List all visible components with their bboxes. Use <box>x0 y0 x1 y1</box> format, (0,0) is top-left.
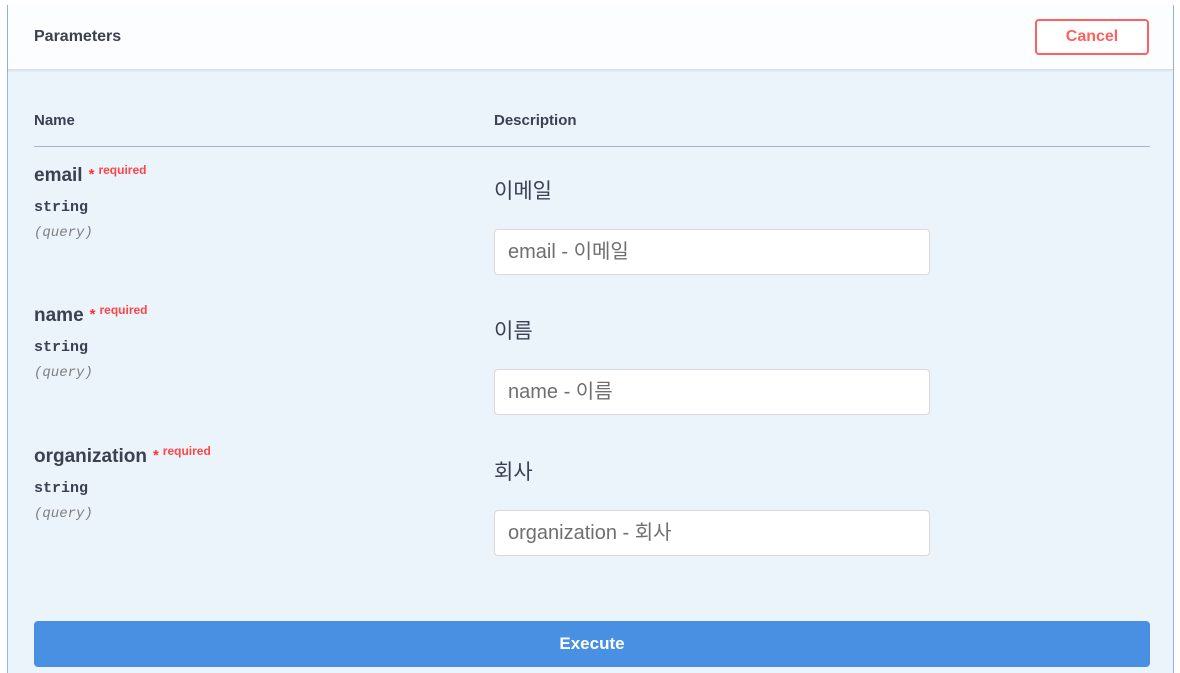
parameter-description: 이름 <box>494 320 533 343</box>
column-header-description: Description <box>494 112 577 129</box>
parameter-location: (query) <box>34 506 93 522</box>
parameter-name: name * required <box>34 303 148 327</box>
parameter-description: 회사 <box>494 461 533 484</box>
parameters-panel: Parameters Cancel Name Description email… <box>7 5 1174 673</box>
required-asterisk: * <box>152 447 159 464</box>
parameter-type: string <box>34 480 89 497</box>
column-header-name: Name <box>34 112 75 129</box>
parameter-row-name: name * required string (query) 이름 <box>34 303 1150 435</box>
required-label: required <box>99 303 148 317</box>
parameter-location: (query) <box>34 365 93 381</box>
parameter-name: organization * required <box>34 444 211 468</box>
parameter-description: 이메일 <box>494 180 552 203</box>
panel-header: Parameters Cancel <box>8 5 1173 70</box>
cancel-button[interactable]: Cancel <box>1035 19 1149 55</box>
parameter-type: string <box>34 339 89 356</box>
parameter-type: string <box>34 199 89 216</box>
parameter-name: email * required <box>34 163 147 187</box>
parameter-name-text: email <box>34 165 83 186</box>
required-asterisk: * <box>88 166 95 183</box>
organization-input[interactable] <box>494 510 930 556</box>
name-input[interactable] <box>494 369 930 415</box>
execute-button[interactable]: Execute <box>34 621 1150 667</box>
panel-title: Parameters <box>34 28 122 45</box>
parameter-row-email: email * required string (query) 이메일 <box>34 163 1150 295</box>
parameter-row-organization: organization * required string (query) 회사 <box>34 444 1150 576</box>
header-divider <box>34 146 1150 147</box>
parameter-name-text: name <box>34 305 84 326</box>
required-label: required <box>98 163 147 177</box>
parameter-location: (query) <box>34 225 93 241</box>
parameter-name-text: organization <box>34 446 147 467</box>
required-asterisk: * <box>89 306 96 323</box>
email-input[interactable] <box>494 229 930 275</box>
required-label: required <box>162 444 211 458</box>
